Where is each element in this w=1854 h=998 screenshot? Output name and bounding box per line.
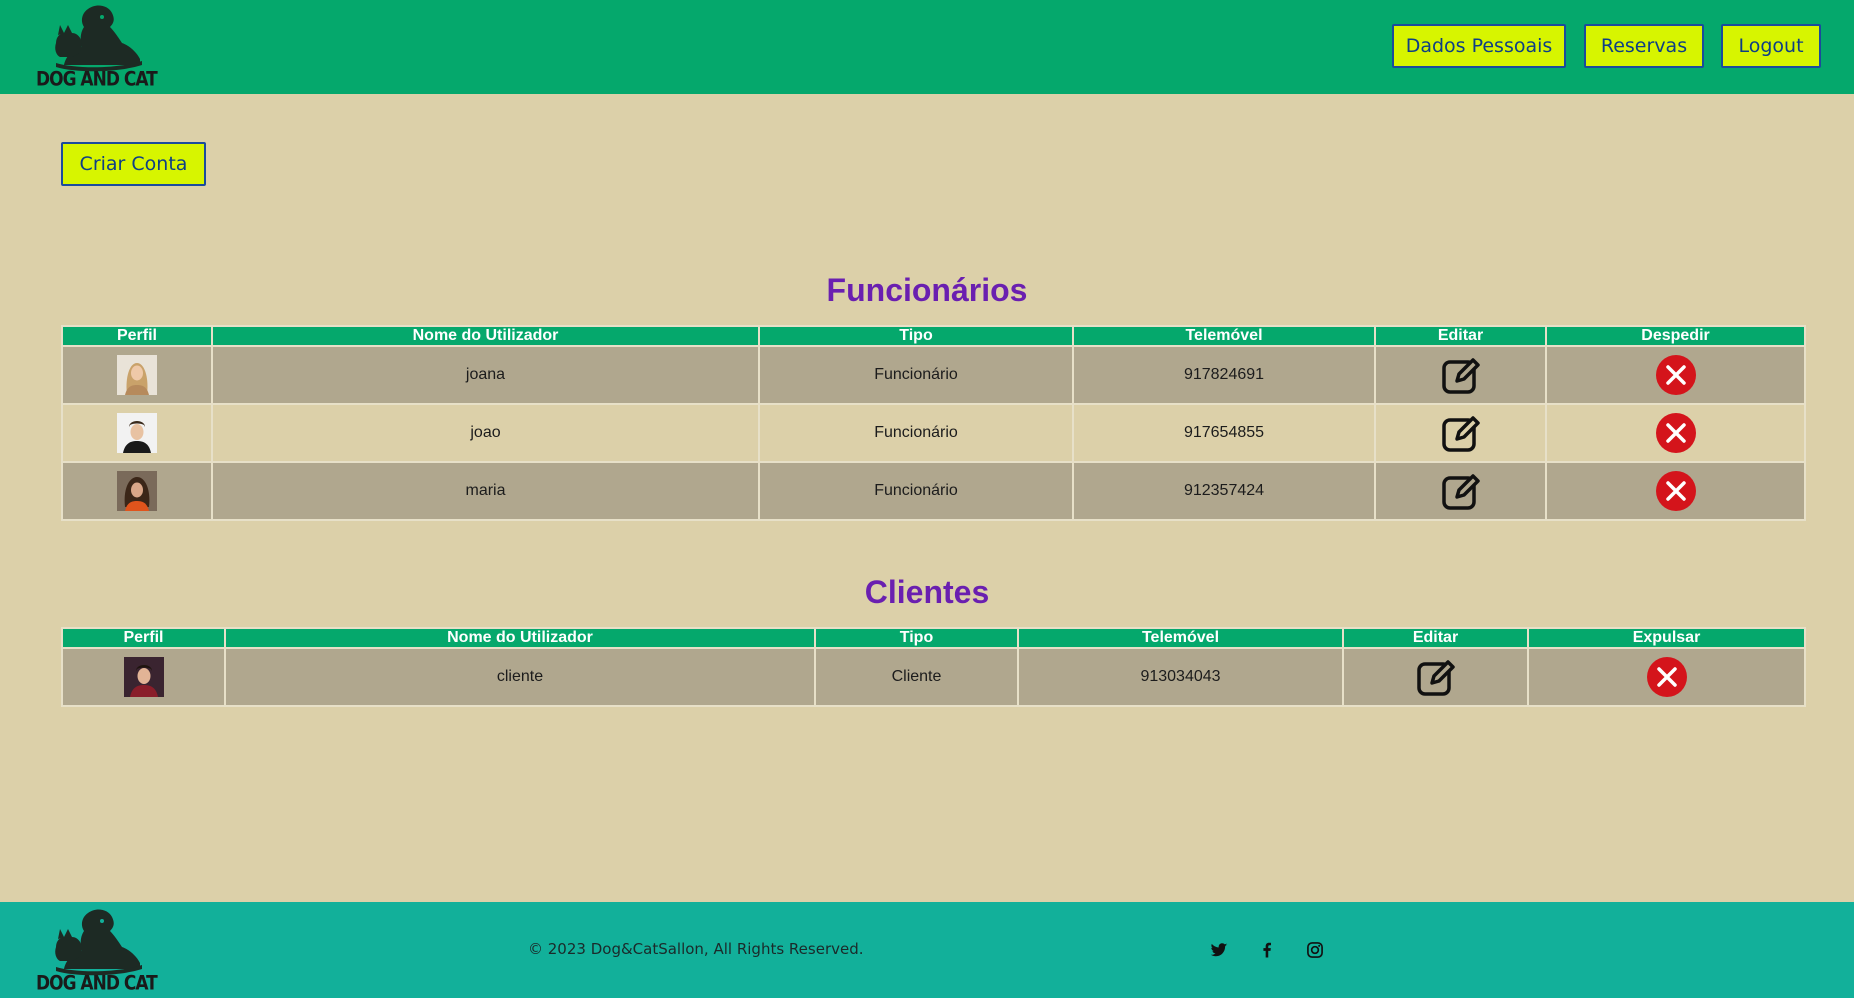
cell-telemovel: 917654855 [1072,403,1376,463]
table-row: joao Funcionário 917654855 [61,403,1806,463]
cell-tipo: Funcionário [758,345,1074,405]
cell-telemovel: 913034043 [1017,647,1344,707]
edit-icon[interactable] [1439,411,1483,455]
cell-tipo: Funcionário [758,461,1074,521]
column-header-telemovel: Telemóvel [1017,627,1344,649]
funcionarios-table: Perfil Nome do Utilizador Tipo Telemóvel… [61,325,1806,521]
column-header-tipo: Tipo [758,325,1074,347]
instagram-icon[interactable] [1305,940,1325,960]
remove-icon[interactable] [1654,469,1698,513]
cell-nome: joana [211,345,760,405]
funcionarios-title: Funcionários [826,272,1028,308]
cell-telemovel: 917824691 [1072,345,1376,405]
table-row: maria Funcionário 912357424 [61,461,1806,521]
header: DOG AND CAT Dados Pessoais Reservas Logo… [0,0,1854,94]
table-header-row: Perfil Nome do Utilizador Tipo Telemóvel… [61,627,1806,649]
column-header-tipo: Tipo [814,627,1019,649]
remove-icon[interactable] [1654,353,1698,397]
column-header-nome: Nome do Utilizador [211,325,760,347]
dados-pessoais-button[interactable]: Dados Pessoais [1392,24,1566,68]
table-row: cliente Cliente 913034043 [61,647,1806,707]
column-header-nome: Nome do Utilizador [224,627,816,649]
cell-telemovel: 912357424 [1072,461,1376,521]
facebook-icon[interactable] [1257,940,1277,960]
avatar [117,355,157,395]
edit-icon[interactable] [1414,655,1458,699]
logo-text: DOG AND CAT [36,68,158,91]
table-row: joana Funcionário 917824691 [61,345,1806,405]
column-header-editar: Editar [1342,627,1529,649]
clientes-table: Perfil Nome do Utilizador Tipo Telemóvel… [61,627,1806,707]
criar-conta-button[interactable]: Criar Conta [61,142,206,186]
footer-logo[interactable]: DOG AND CAT [36,907,158,995]
cell-nome: maria [211,461,760,521]
avatar [117,413,157,453]
twitter-icon[interactable] [1209,940,1229,960]
dog-cat-logo-icon [55,909,142,976]
table-header-row: Perfil Nome do Utilizador Tipo Telemóvel… [61,325,1806,347]
cell-nome: joao [211,403,760,463]
avatar [117,471,157,511]
remove-icon[interactable] [1654,411,1698,455]
edit-icon[interactable] [1439,353,1483,397]
column-header-perfil: Perfil [61,627,226,649]
edit-icon[interactable] [1439,469,1483,513]
cell-tipo: Funcionário [758,403,1074,463]
cell-nome: cliente [224,647,816,707]
avatar [123,657,164,697]
copyright-text: © 2023 Dog&CatSallon, All Rights Reserve… [528,940,864,958]
reservas-button[interactable]: Reservas [1584,24,1704,68]
column-header-expulsar: Expulsar [1527,627,1806,649]
logout-button[interactable]: Logout [1721,24,1821,68]
column-header-editar: Editar [1374,325,1547,347]
dog-cat-logo-icon [55,5,142,72]
cell-tipo: Cliente [814,647,1019,707]
logo[interactable]: DOG AND CAT [36,3,158,91]
column-header-despedir: Despedir [1545,325,1806,347]
clientes-title: Clientes [864,574,990,610]
footer: DOG AND CAT © 2023 Dog&CatSallon, All Ri… [0,902,1854,998]
column-header-telemovel: Telemóvel [1072,325,1376,347]
column-header-perfil: Perfil [61,325,213,347]
footer-logo-text: DOG AND CAT [36,972,158,995]
remove-icon[interactable] [1645,655,1689,699]
